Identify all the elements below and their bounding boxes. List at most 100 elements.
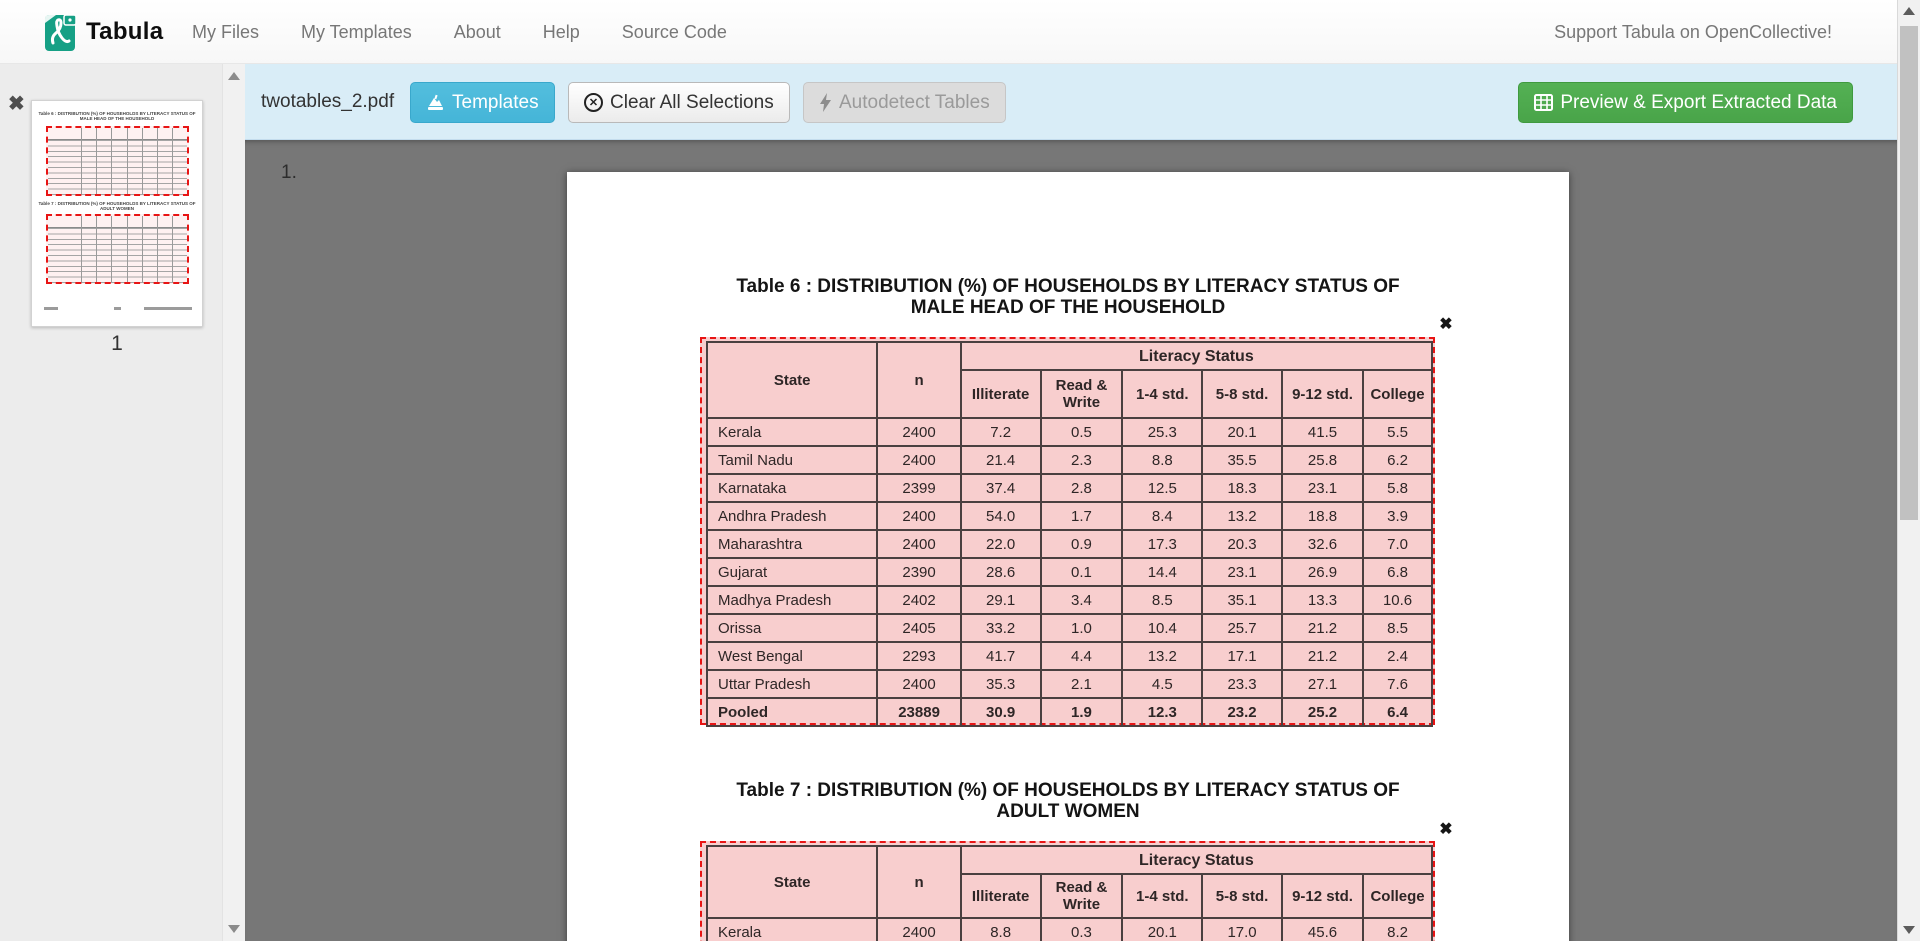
pdf-viewer: 1. Table 6 : DISTRIBUTION (%) OF HOUSEHO… [245,140,1897,941]
col-header: Read & Write [1041,874,1123,918]
nav-item-my-files[interactable]: My Files [192,22,259,43]
pdf-page-1[interactable]: Table 6 : DISTRIBUTION (%) OF HOUSEHOLDS… [567,172,1569,941]
col-header: State [707,846,877,918]
state-cell: West Bengal [707,642,877,670]
state-cell: Kerala [707,418,877,446]
scroll-up-icon[interactable] [228,72,240,80]
scrollbar-thumb[interactable] [1900,26,1918,520]
col-header: 1-4 std. [1122,874,1202,918]
selection2-close-icon[interactable]: ✖ [1436,820,1456,840]
value-cell: 12.5 [1122,474,1202,502]
window-scrollbar[interactable] [1897,0,1920,941]
value-cell: 23.3 [1202,670,1282,698]
value-cell: 2.8 [1041,474,1123,502]
value-cell: 23.1 [1202,558,1282,586]
preview-export-button[interactable]: Preview & Export Extracted Data [1518,82,1853,123]
value-cell: 8.8 [1122,446,1202,474]
thumbnail-page-number: 1 [31,332,203,356]
thumb-footer-mark [114,307,121,310]
table-row: Gujarat239028.60.114.423.126.96.8 [707,558,1432,586]
col-header: Illiterate [961,370,1041,418]
nav-item-source-code[interactable]: Source Code [622,22,727,43]
table-row: Orissa240533.21.010.425.721.28.5 [707,614,1432,642]
value-cell: 0.1 [1041,558,1123,586]
nav-item-help[interactable]: Help [543,22,580,43]
value-cell: 8.2 [1363,918,1432,941]
value-cell: 1.9 [1041,698,1123,726]
value-cell: 0.3 [1041,918,1123,941]
value-cell: 0.9 [1041,530,1123,558]
value-cell: 2.4 [1363,642,1432,670]
nav-item-about[interactable]: About [454,22,501,43]
value-cell: 2.1 [1041,670,1123,698]
value-cell: 3.4 [1041,586,1123,614]
value-cell: 8.4 [1122,502,1202,530]
support-link[interactable]: Support Tabula on OpenCollective! [1554,22,1832,43]
value-cell: 37.4 [961,474,1041,502]
page-thumbnail[interactable]: Table 6 : DISTRIBUTION (%) OF HOUSEHOLDS… [31,100,203,327]
value-cell: 25.2 [1282,698,1363,726]
value-cell: 28.6 [961,558,1041,586]
table-row: Uttar Pradesh240035.32.14.523.327.17.6 [707,670,1432,698]
table7-selection[interactable]: StatenLiteracy StatusIlliterateRead & Wr… [700,841,1435,941]
value-cell: 22.0 [961,530,1041,558]
value-cell: 4.5 [1122,670,1202,698]
value-cell: 30.9 [961,698,1041,726]
scroll-up-icon[interactable] [1903,7,1915,15]
brand-title: Tabula [86,18,163,46]
sidebar-scrollbar[interactable] [222,64,245,941]
col-header: 5-8 std. [1202,874,1282,918]
state-cell: Madhya Pradesh [707,586,877,614]
value-cell: 5.8 [1363,474,1432,502]
col-header: 9-12 std. [1282,370,1363,418]
thumb-table7-title: Table 7 : DISTRIBUTION (%) OF HOUSEHOLDS… [38,201,196,211]
value-cell: 35.1 [1202,586,1282,614]
table6-title: Table 6 : DISTRIBUTION (%) OF HOUSEHOLDS… [567,276,1569,318]
nav-item-my-templates[interactable]: My Templates [301,22,412,43]
table-grid-icon [1534,94,1553,111]
value-cell: 35.3 [961,670,1041,698]
value-cell: 13.3 [1282,586,1363,614]
value-cell: 6.8 [1363,558,1432,586]
templates-button[interactable]: Templates [410,82,555,123]
group-header: Literacy Status [961,846,1432,874]
value-cell: 4.4 [1041,642,1123,670]
value-cell: 12.3 [1122,698,1202,726]
selection1-close-icon[interactable]: ✖ [1436,315,1456,335]
value-cell: 17.1 [1202,642,1282,670]
brand[interactable]: Tabula [44,11,163,52]
value-cell: 0.5 [1041,418,1123,446]
value-cell: 35.5 [1202,446,1282,474]
tabula-logo-icon [44,11,78,52]
value-cell: 20.1 [1122,918,1202,941]
value-cell: 1.0 [1041,614,1123,642]
scroll-down-icon[interactable] [1903,926,1915,934]
table-row: Maharashtra240022.00.917.320.332.67.0 [707,530,1432,558]
value-cell: 2390 [877,558,960,586]
value-cell: 23.1 [1282,474,1363,502]
remove-file-icon[interactable]: ✖ [8,94,25,114]
value-cell: 25.8 [1282,446,1363,474]
value-cell: 5.5 [1363,418,1432,446]
value-cell: 17.0 [1202,918,1282,941]
scroll-down-icon[interactable] [228,925,240,933]
state-cell: Gujarat [707,558,877,586]
value-cell: 23889 [877,698,960,726]
value-cell: 8.5 [1363,614,1432,642]
col-header: n [877,846,960,918]
value-cell: 7.0 [1363,530,1432,558]
toolbar: twotables_2.pdf Templates ✕ Clear All Se… [245,64,1897,140]
col-header: 1-4 std. [1122,370,1202,418]
col-header: State [707,342,877,418]
col-header: College [1363,874,1432,918]
table6-selection[interactable]: StatenLiteracy StatusIlliterateRead & Wr… [700,337,1435,725]
value-cell: 41.5 [1282,418,1363,446]
value-cell: 32.6 [1282,530,1363,558]
value-cell: 20.3 [1202,530,1282,558]
col-header: Read & Write [1041,370,1123,418]
thumb-table6-title: Table 6 : DISTRIBUTION (%) OF HOUSEHOLDS… [38,111,196,121]
state-cell: Maharashtra [707,530,877,558]
state-cell: Pooled [707,698,877,726]
col-header: 5-8 std. [1202,370,1282,418]
clear-all-selections-button[interactable]: ✕ Clear All Selections [568,82,790,123]
